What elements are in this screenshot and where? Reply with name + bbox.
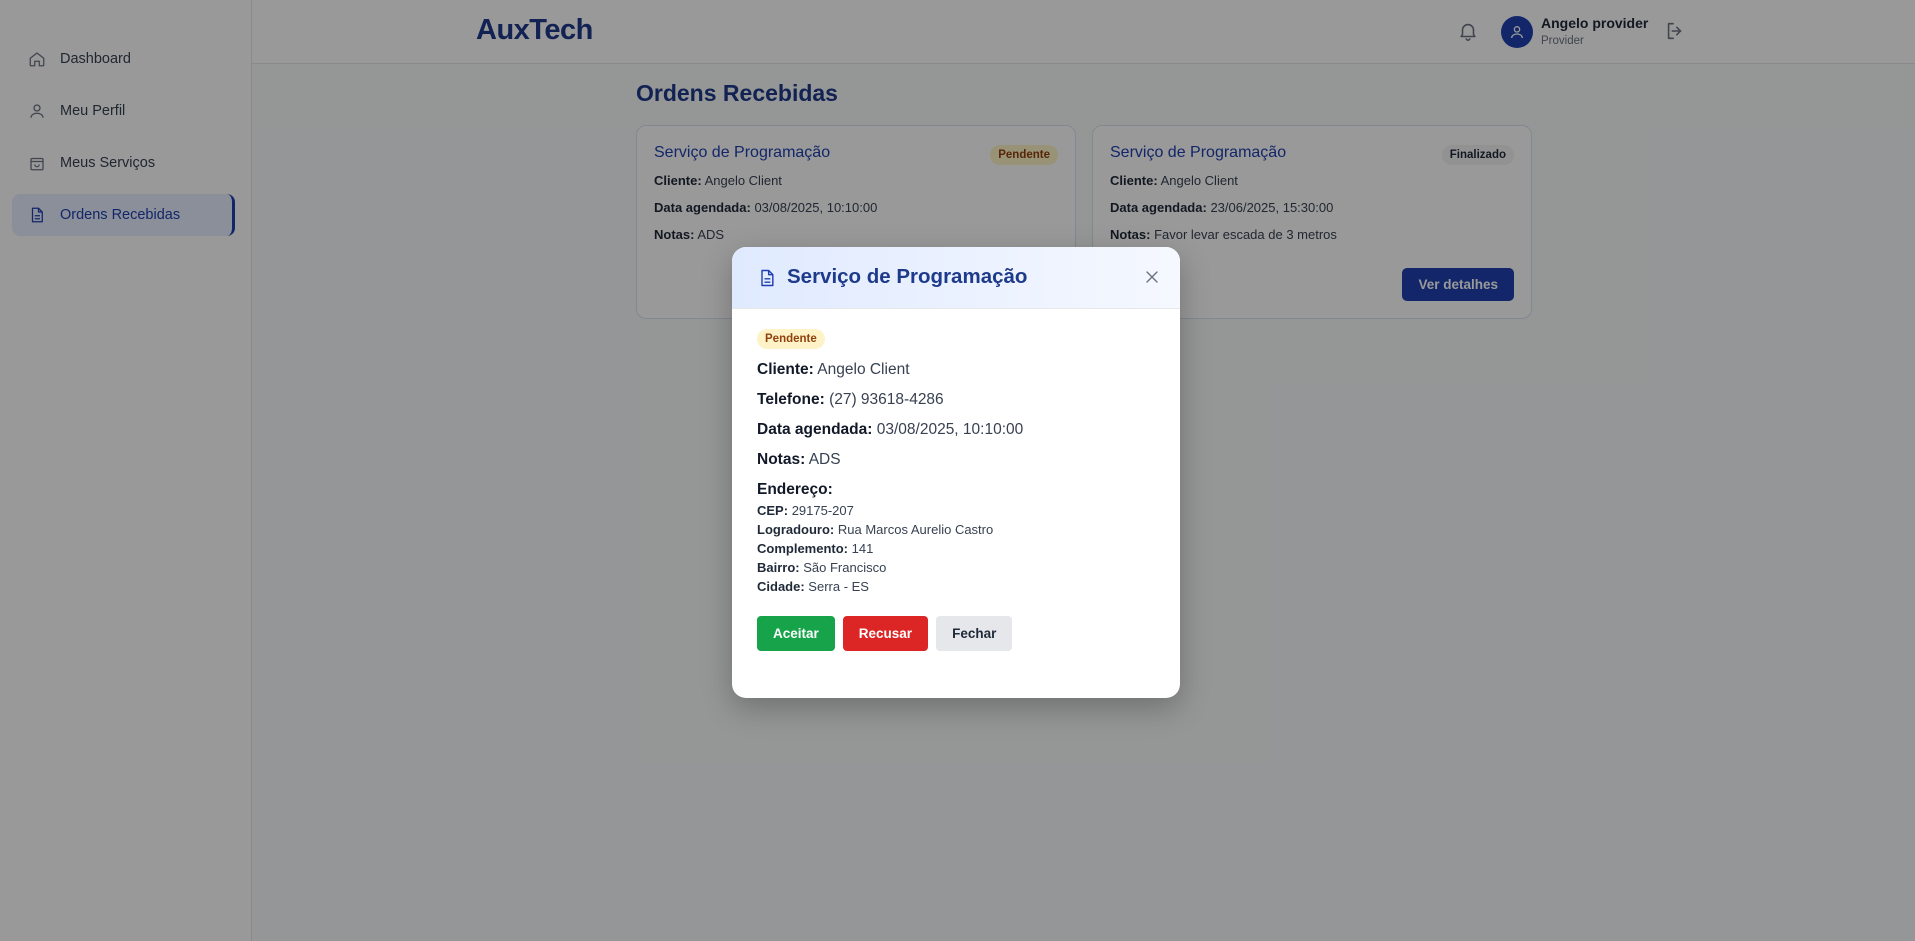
address-title: Endereço: [757, 481, 833, 498]
address-district: Bairro: São Francisco [757, 560, 887, 575]
order-details-modal: Serviço de Programação Pendente Cliente:… [732, 247, 1180, 698]
address-complement: Complemento: 141 [757, 541, 874, 556]
document-icon [757, 267, 777, 289]
address-city: Cidade: Serra - ES [757, 579, 869, 594]
close-icon[interactable] [1144, 269, 1160, 285]
date-row: Data agendada: 03/08/2025, 10:10:00 [757, 421, 1024, 438]
phone-row: Telefone: (27) 93618-4286 [757, 391, 944, 408]
address-street: Logradouro: Rua Marcos Aurelio Castro [757, 522, 994, 537]
client-row: Cliente: Angelo Client [757, 361, 910, 378]
reject-button[interactable]: Recusar [842, 616, 929, 651]
modal-actions: Aceitar Recusar Fechar [757, 616, 1155, 651]
accept-button[interactable]: Aceitar [757, 616, 835, 651]
modal-header: Serviço de Programação [732, 247, 1180, 309]
notes-row: Notas: ADS [757, 451, 841, 468]
modal-body: Pendente Cliente: Angelo Client Telefone… [732, 309, 1180, 671]
modal-title: Serviço de Programação [787, 265, 1028, 288]
close-button[interactable]: Fechar [936, 616, 1013, 651]
address-cep: CEP: 29175-207 [757, 503, 854, 518]
status-badge: Pendente [757, 329, 825, 349]
